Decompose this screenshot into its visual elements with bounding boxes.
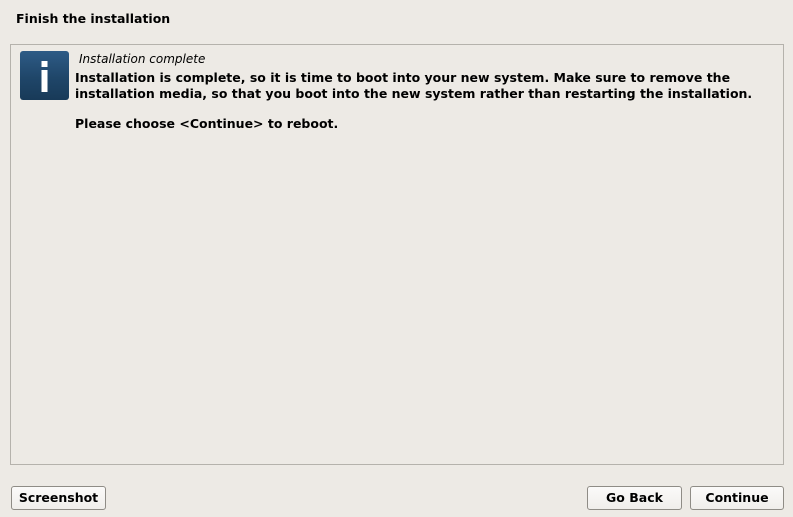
page-title: Finish the installation <box>16 11 171 26</box>
message-body: Installation is complete, so it is time … <box>75 70 753 101</box>
screenshot-button[interactable]: Screenshot <box>11 486 106 510</box>
content-panel: Installation complete Installation is co… <box>10 44 784 465</box>
continue-button[interactable]: Continue <box>690 486 784 510</box>
message-title: Installation complete <box>79 52 206 66</box>
go-back-button[interactable]: Go Back <box>587 486 682 510</box>
info-icon <box>20 51 69 100</box>
message-prompt: Please choose <Continue> to reboot. <box>75 116 339 131</box>
